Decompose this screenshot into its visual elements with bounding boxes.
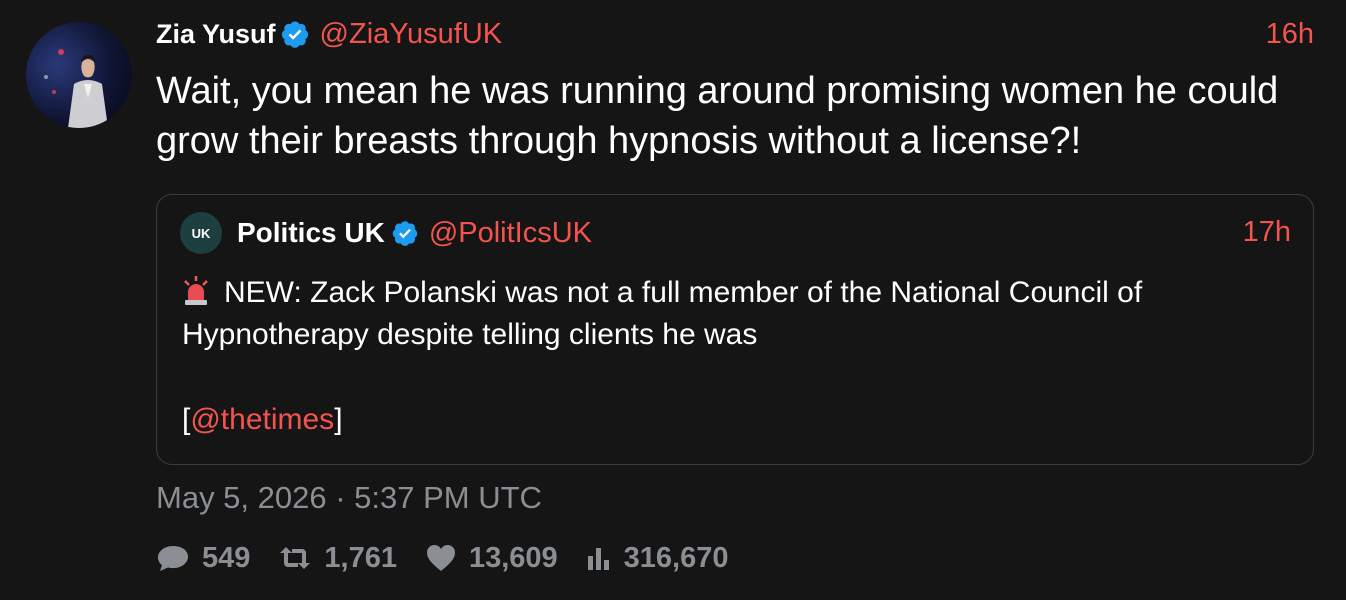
reply-icon (158, 546, 188, 571)
views-stat[interactable]: 316,670 (586, 542, 729, 575)
author-name[interactable]: Zia Yusuf (156, 19, 276, 50)
like-stat[interactable]: 13,609 (425, 542, 558, 575)
quoted-text: NEW: Zack Polanski was not a full member… (182, 272, 1292, 356)
author-handle[interactable]: @ZiaYusufUK (320, 18, 503, 51)
retweet-icon (280, 547, 311, 569)
like-count: 13,609 (468, 541, 558, 574)
quoted-time[interactable]: 17h (1243, 216, 1291, 249)
quoted-header: Politics UK @PolitIcsUK (237, 213, 592, 253)
source-link[interactable]: @thetimes (190, 403, 334, 436)
author-avatar[interactable] (26, 22, 132, 128)
verified-badge-icon (280, 19, 310, 49)
quoted-tweet[interactable]: UK Politics UK @PolitIcsUK 17h NEW: Zack… (156, 194, 1314, 465)
tweet-text: Wait, you mean he was running around pro… (156, 70, 1279, 162)
quoted-author-name[interactable]: Politics UK (237, 217, 385, 249)
reply-count: 549 (202, 541, 251, 574)
tweet-time[interactable]: 16h (1266, 18, 1314, 51)
heart-icon (426, 545, 455, 571)
source-bracket-close: ] (334, 403, 343, 436)
views-count: 316,670 (623, 541, 729, 574)
reply-stat[interactable]: 549 (156, 542, 250, 575)
views-chart-icon (587, 548, 609, 570)
quoted-source: [@thetimes] (182, 399, 343, 441)
tweet-header: Zia Yusuf @ZiaYusufUK (156, 14, 502, 54)
tweet-timestamp[interactable]: May 5, 2026 · 5:37 PM UTC (156, 480, 542, 516)
quoted-author-handle[interactable]: @PolitIcsUK (429, 217, 592, 250)
quoted-avatar[interactable]: UK (180, 212, 222, 254)
tweet-stats: 549 1,761 13,609 316,670 (156, 538, 757, 578)
retweet-stat[interactable]: 1,761 (278, 542, 397, 575)
retweet-count: 1,761 (324, 541, 397, 574)
siren-icon (182, 276, 210, 306)
tweet-card: Zia Yusuf @ZiaYusufUK 16h Wait, you mean… (0, 0, 1346, 600)
quoted-avatar-label: UK (191, 225, 211, 241)
quoted-text-content: NEW: Zack Polanski was not a full member… (182, 276, 1143, 351)
verified-badge-icon (391, 219, 419, 247)
